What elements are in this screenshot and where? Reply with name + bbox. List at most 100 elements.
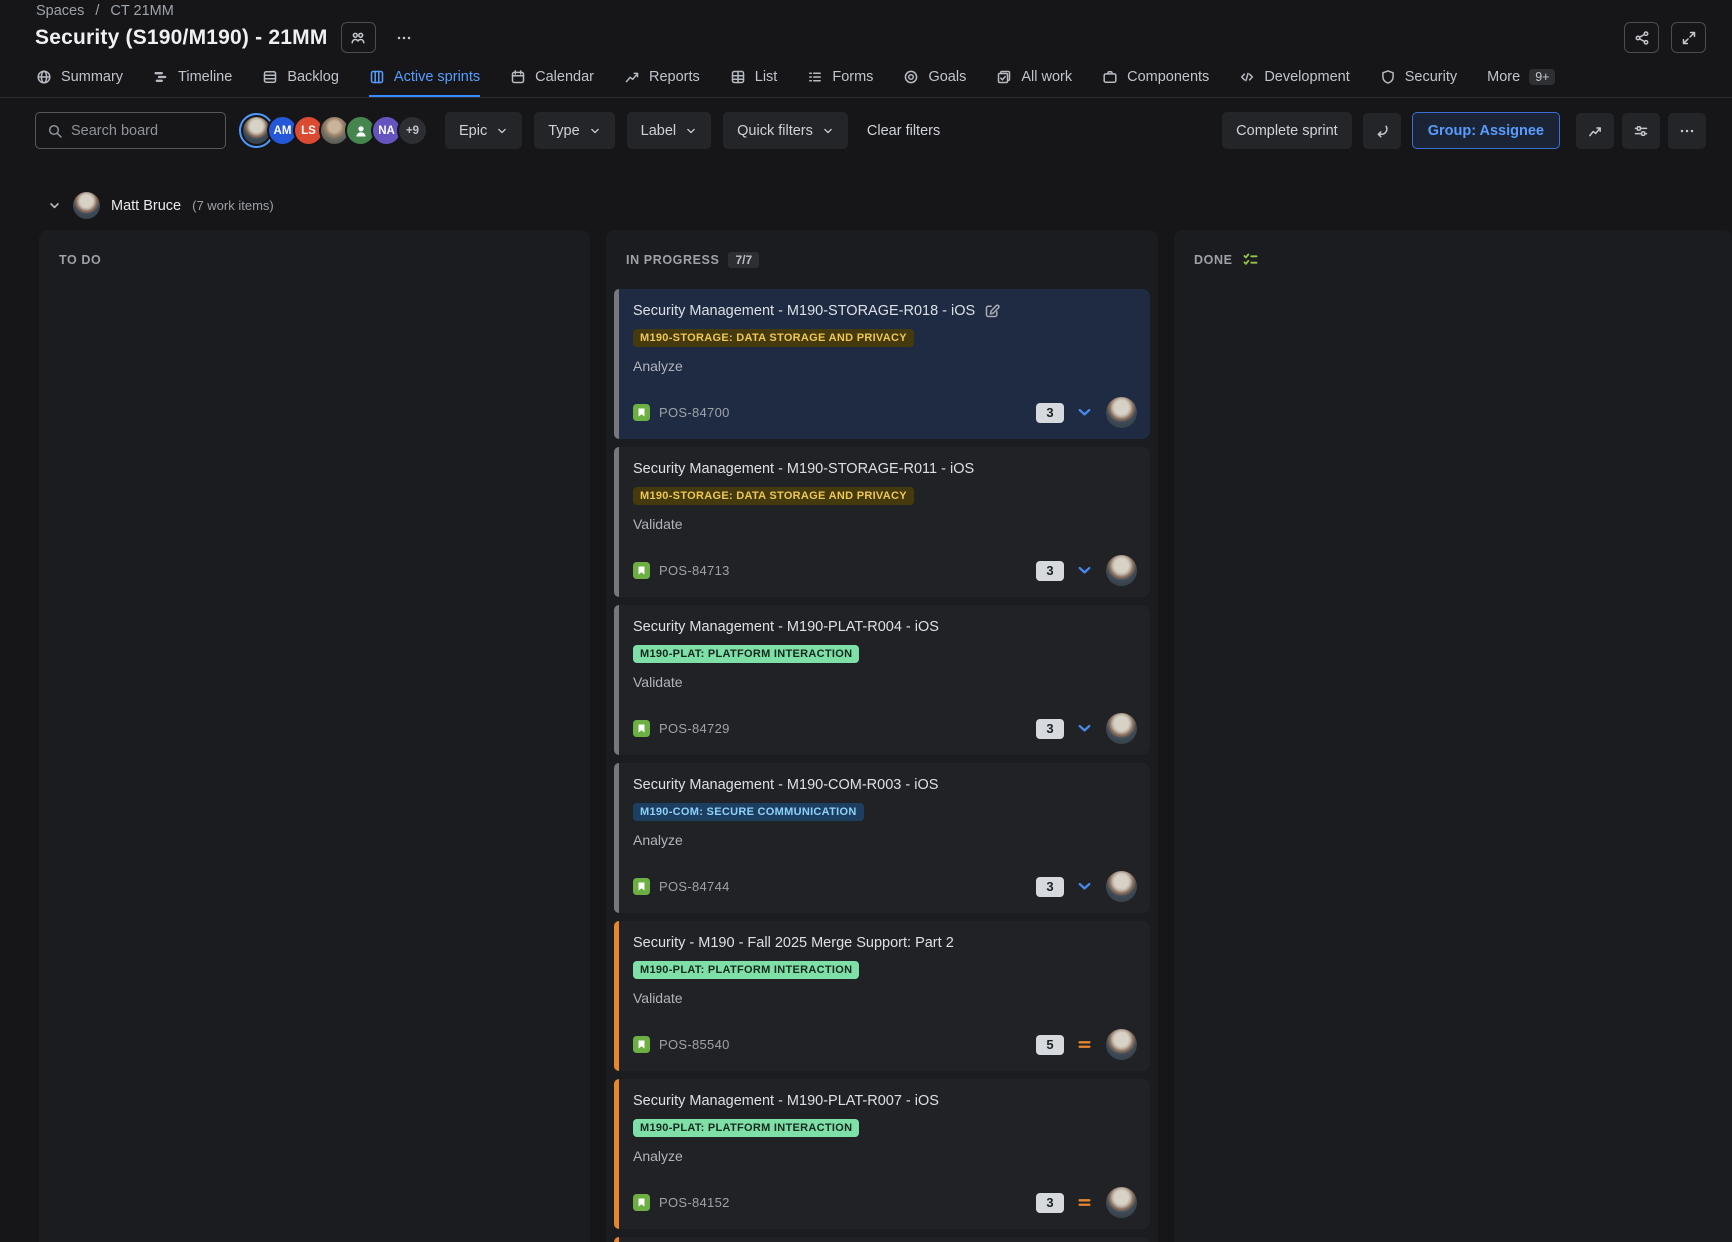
card-label-badge: M190-STORAGE: DATA STORAGE AND PRIVACY (633, 487, 914, 505)
complete-sprint-button[interactable]: Complete sprint (1222, 112, 1352, 149)
edit-icon[interactable] (984, 303, 1000, 319)
card-label-badge: M190-PLAT: PLATFORM INTERACTION (633, 645, 859, 663)
tab-all-work[interactable]: All work (996, 60, 1072, 97)
tab-active-sprints[interactable]: Active sprints (369, 60, 480, 97)
card-assignee-avatar[interactable] (1106, 871, 1137, 902)
card-assignee-avatar[interactable] (1106, 397, 1137, 428)
tab-backlog[interactable]: Backlog (262, 60, 339, 97)
column-title: TO DO (59, 253, 101, 267)
tab-label: Forms (832, 69, 873, 85)
tab-more[interactable]: More9+ (1487, 60, 1555, 97)
tab-reports[interactable]: Reports (624, 60, 700, 97)
card-key: POS-84700 (659, 405, 1027, 420)
search-icon (47, 123, 63, 139)
more-toolbar-button[interactable] (1668, 113, 1706, 149)
board-card[interactable]: Security Management - M190-PLAT-R007 - i… (614, 1079, 1150, 1229)
group-by-button[interactable]: Group: Assignee (1412, 112, 1560, 149)
card-label-badge: M190-COM: SECURE COMMUNICATION (633, 803, 864, 821)
board-toolbar: AMLSNA+9 Epic Type Label Quick filters Clea… (35, 112, 1706, 149)
tab-label: Summary (61, 69, 123, 85)
breadcrumb-separator: / (95, 3, 99, 19)
forms-icon (807, 69, 823, 85)
priority-icon (1076, 720, 1093, 737)
breadcrumb-spaces[interactable]: Spaces (36, 3, 84, 19)
dropdown-label: Quick filters (737, 123, 813, 139)
view-settings-button[interactable] (1622, 113, 1660, 149)
card-status: Analyze (633, 358, 1136, 374)
card-status: Validate (633, 516, 1136, 532)
card-assignee-avatar[interactable] (1106, 713, 1137, 744)
tab-timeline[interactable]: Timeline (153, 60, 232, 97)
chevron-down-icon (822, 125, 834, 137)
board-card[interactable]: Security Management - M190-STORAGE-R018 … (614, 289, 1150, 439)
card-key: POS-84152 (659, 1195, 1027, 1210)
shield-icon (1380, 69, 1396, 85)
avatar-overflow-count[interactable]: +9 (397, 115, 428, 146)
search-input[interactable] (71, 123, 214, 139)
story-points-badge: 5 (1036, 1035, 1064, 1055)
column-done-header: DONE (1174, 230, 1732, 272)
more-dots-icon (396, 30, 412, 46)
card-label-badge: M190-PLAT: PLATFORM INTERACTION (633, 961, 859, 979)
chevron-down-icon (589, 125, 601, 137)
allwork-icon (996, 69, 1012, 85)
expand-button[interactable] (1671, 22, 1706, 53)
tab-label: More (1487, 69, 1520, 85)
tab-security[interactable]: Security (1380, 60, 1457, 97)
tab-forms[interactable]: Forms (807, 60, 873, 97)
grid-icon (730, 69, 746, 85)
epic-dropdown[interactable]: Epic (445, 112, 522, 149)
column-title: IN PROGRESS (626, 253, 719, 267)
card-title: Security Management - M190-PLAT-R007 - i… (633, 1092, 939, 1110)
assignee-group-header[interactable]: Matt Bruce (7 work items) (47, 192, 274, 219)
board-card[interactable]: Security - M190 - Fall 2025 Merge Suppor… (614, 921, 1150, 1071)
tab-label: Components (1127, 69, 1209, 85)
story-points-badge: 3 (1036, 403, 1064, 423)
tab-summary[interactable]: Summary (36, 60, 123, 97)
tab-development[interactable]: Development (1239, 60, 1349, 97)
backlog-icon (262, 69, 278, 85)
share-button[interactable] (1624, 22, 1659, 53)
globe-icon (36, 69, 52, 85)
board-card[interactable]: Security Management - M190-COM-R003 - iO… (614, 763, 1150, 913)
assignee-avatar-filter: AMLSNA+9 (241, 115, 428, 146)
search-box[interactable] (35, 112, 226, 149)
insights-button[interactable] (1576, 113, 1614, 149)
filter-dropdowns: Epic Type Label Quick filters (445, 112, 848, 149)
tab-list[interactable]: List (730, 60, 778, 97)
clear-filters-button[interactable]: Clear filters (867, 123, 940, 139)
column-in-progress: IN PROGRESS 7/7 Security Management - M1… (606, 230, 1158, 1242)
chart-icon (624, 69, 640, 85)
board-card[interactable]: Security Management - M190-STORAGE-R011 … (614, 447, 1150, 597)
label-dropdown[interactable]: Label (627, 112, 711, 149)
more-title-button[interactable] (389, 23, 419, 53)
card-assignee-avatar[interactable] (1106, 1187, 1137, 1218)
breadcrumb-project[interactable]: CT 21MM (110, 3, 173, 19)
tab-label: Security (1405, 69, 1457, 85)
card-status: Validate (633, 674, 1136, 690)
people-button[interactable] (341, 22, 376, 53)
priority-icon (1076, 562, 1093, 579)
card-assignee-avatar[interactable] (1106, 1029, 1137, 1060)
work-item-count: (7 work items) (192, 198, 274, 213)
card-label-badge: M190-PLAT: PLATFORM INTERACTION (633, 1119, 859, 1137)
tab-calendar[interactable]: Calendar (510, 60, 594, 97)
project-tabs: Summary Timeline Backlog Active sprints Cale… (36, 60, 1732, 97)
board-card[interactable]: Security Management - M190-PLAT-R004 - i… (614, 605, 1150, 755)
assignee-avatar (73, 192, 100, 219)
title-row: Security (S190/M190) - 21MM (35, 22, 419, 53)
chevron-down-icon[interactable] (47, 198, 62, 213)
tab-components[interactable]: Components (1102, 60, 1209, 97)
priority-icon (1076, 1194, 1093, 1211)
share-icon (1634, 30, 1650, 46)
quick-filters-dropdown[interactable]: Quick filters (723, 112, 848, 149)
automation-button[interactable] (1363, 113, 1401, 149)
card-title: Security Management - M190-COM-R003 - iO… (633, 776, 938, 794)
board-card[interactable] (614, 1237, 1150, 1242)
done-checklist-icon (1242, 251, 1259, 268)
column-in-progress-header: IN PROGRESS 7/7 (606, 230, 1158, 272)
type-dropdown[interactable]: Type (534, 112, 614, 149)
tab-goals[interactable]: Goals (903, 60, 966, 97)
card-key: POS-84744 (659, 879, 1027, 894)
card-assignee-avatar[interactable] (1106, 555, 1137, 586)
